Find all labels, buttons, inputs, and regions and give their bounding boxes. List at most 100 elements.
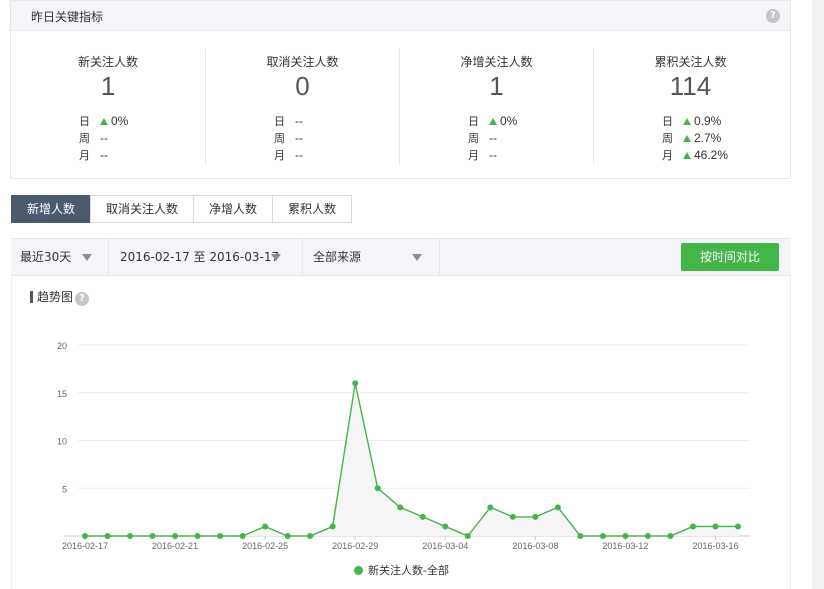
week-change: -- (295, 131, 303, 145)
metric-unfollowed: 取消关注人数 0 日 -- 周 -- 月 -- (205, 49, 399, 164)
data-point (239, 533, 246, 539)
data-point (262, 523, 269, 530)
x-tick-label: 2016-03-16 (692, 541, 738, 551)
day-label: 日 (274, 115, 285, 128)
month-label: 月 (662, 149, 673, 162)
data-point (352, 380, 359, 387)
metric-value: 1 (100, 71, 116, 101)
chevron-down-icon[interactable] (412, 254, 422, 261)
week-change: -- (489, 131, 497, 145)
chevron-down-icon[interactable] (271, 254, 281, 261)
card-header: 昨日关键指标 ? (11, 1, 790, 31)
up-arrow-icon (100, 118, 108, 125)
data-point (554, 504, 561, 511)
metric-month-row: 月 -- (468, 147, 517, 164)
data-point (149, 533, 156, 539)
x-tick-label: 2016-03-12 (602, 541, 648, 551)
up-arrow-icon (683, 135, 691, 142)
month-label: 月 (274, 149, 285, 162)
month-label: 月 (468, 149, 479, 162)
divider (108, 239, 109, 275)
metric-day-row: 日 0.9% (662, 113, 728, 130)
source-select[interactable]: 全部来源 (313, 239, 361, 275)
tab-total-followers[interactable]: 累积人数 (272, 195, 353, 223)
metric-tabs: 新增人数 取消关注人数 净增人数 累积人数 (11, 195, 353, 223)
data-point (194, 533, 201, 539)
metric-week-row: 周 -- (79, 130, 128, 147)
month-label: 月 (79, 149, 90, 162)
data-point (104, 533, 111, 539)
chart-legend[interactable]: 新关注人数-全部 (354, 562, 449, 578)
x-tick-label: 2016-02-25 (242, 541, 288, 551)
data-point (464, 533, 471, 539)
metric-month-row: 月 46.2% (662, 147, 728, 164)
date-range-picker[interactable]: 2016-02-17 至 2016-03-17 (120, 239, 279, 275)
data-point (374, 485, 381, 492)
metric-net-growth: 净增关注人数 1 日 0% 周 -- 月 -- (399, 49, 593, 164)
tab-net-growth[interactable]: 净增人数 (193, 195, 274, 223)
metric-day-row: 日 -- (274, 113, 303, 130)
metric-day-row: 日 0% (468, 113, 517, 130)
metric-total-followers: 累积关注人数 114 日 0.9% 周 2.7% 月 46.2% (593, 49, 787, 164)
data-point (532, 513, 539, 520)
data-point (712, 523, 719, 530)
help-icon[interactable]: ? (766, 9, 780, 23)
period-select[interactable]: 最近30天 (20, 239, 71, 275)
data-point (172, 533, 179, 539)
data-point (644, 533, 651, 539)
data-point (667, 533, 674, 539)
trend-chart: 20 15 10 5 2016-02-17 2016-02-21 2016-02-25 201… (57, 341, 750, 551)
key-metrics-card: 昨日关键指标 ? 新关注人数 1 日 0% 周 -- 月 -- 取消关注人数 0 日-… (10, 0, 791, 179)
day-label: 日 (79, 115, 90, 128)
data-point (217, 533, 224, 539)
data-point (419, 513, 426, 520)
period-select-value: 最近30天 (20, 250, 72, 264)
y-tick-label: 5 (62, 484, 67, 494)
data-point (82, 533, 88, 539)
x-tick-label: 2016-03-04 (422, 541, 468, 551)
day-label: 日 (662, 115, 673, 128)
divider (302, 239, 303, 275)
month-change: -- (100, 148, 108, 162)
day-change: 0% (500, 114, 518, 128)
data-point (689, 523, 696, 530)
legend-label: 新关注人数-全部 (368, 564, 449, 577)
metric-new-followers: 新关注人数 1 日 0% 周 -- 月 -- (11, 49, 205, 164)
metric-value: 0 (295, 71, 310, 101)
day-change: 0% (111, 114, 129, 128)
data-point (735, 523, 741, 530)
data-point (284, 533, 291, 539)
data-point (127, 533, 134, 539)
metric-value: 1 (489, 71, 504, 101)
day-change: -- (295, 114, 303, 128)
data-point (599, 533, 606, 539)
tab-new-followers[interactable]: 新增人数 (11, 195, 92, 223)
x-tick-label: 2016-02-21 (152, 541, 198, 551)
tab-unfollowed[interactable]: 取消关注人数 (90, 195, 195, 223)
series-area (85, 383, 738, 536)
metric-day-row: 日 0% (79, 113, 128, 130)
data-point (577, 533, 584, 539)
legend-marker (354, 566, 363, 575)
week-label: 周 (662, 132, 673, 145)
chevron-down-icon[interactable] (82, 254, 92, 261)
metric-week-row: 周 -- (274, 130, 303, 147)
divider (439, 239, 440, 275)
data-point (397, 504, 404, 511)
day-change: 0.9% (694, 114, 722, 128)
data-point (329, 523, 336, 530)
week-label: 周 (468, 132, 479, 145)
compare-by-time-button[interactable]: 按时间对比 (681, 243, 779, 271)
metric-title: 净增关注人数 (460, 55, 533, 69)
month-change: -- (295, 148, 303, 162)
y-tick-label: 15 (57, 389, 67, 399)
metric-month-row: 月 -- (79, 147, 128, 164)
y-tick-label: 10 (57, 437, 67, 447)
filter-bar: 最近30天 2016-02-17 至 2016-03-17 全部来源 按时间对比 (11, 238, 791, 276)
data-point (509, 513, 516, 520)
up-arrow-icon (489, 118, 497, 125)
x-tick-label: 2016-02-29 (332, 541, 378, 551)
metric-month-row: 月 -- (274, 147, 303, 164)
trend-panel: 趋势图 ? 20 15 10 5 2016-02-17 2016-02-21 2016-02… (11, 276, 791, 589)
data-point (487, 504, 494, 511)
